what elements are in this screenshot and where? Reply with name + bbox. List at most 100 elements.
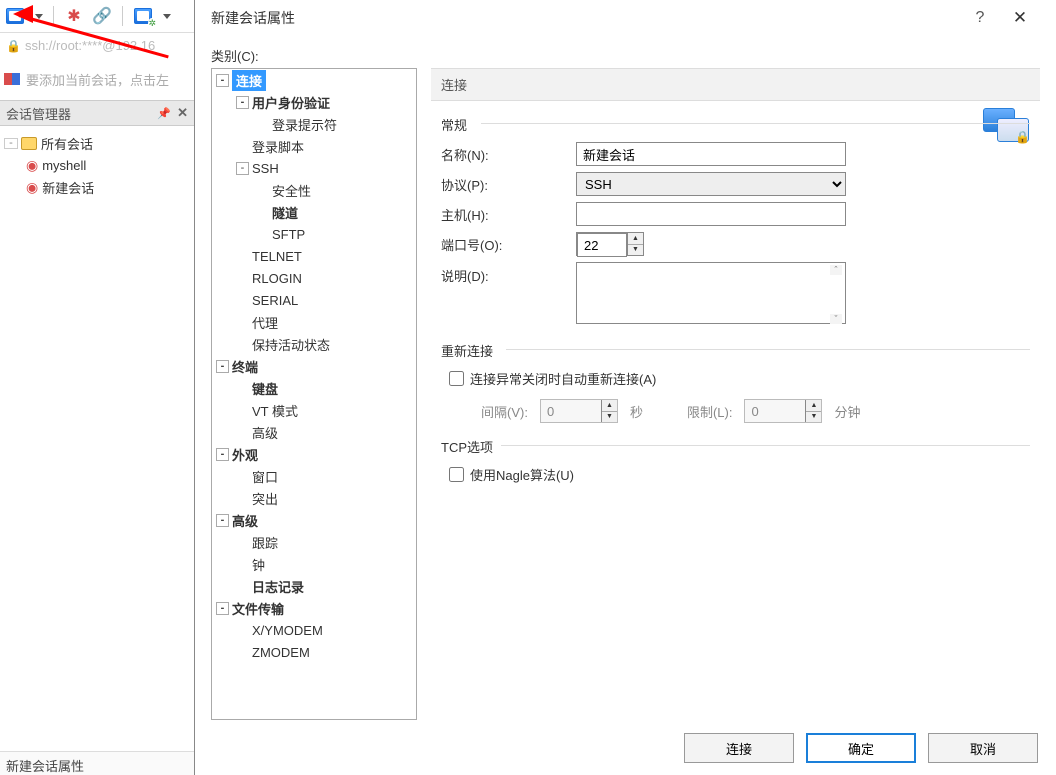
- name-label: 名称(N):: [441, 145, 576, 164]
- help-icon[interactable]: ?: [960, 9, 1000, 27]
- tree-window[interactable]: 窗口: [212, 465, 416, 487]
- collapse-icon[interactable]: -: [216, 448, 229, 461]
- spin-up-icon: ▲: [602, 400, 617, 412]
- tree-zmodem[interactable]: ZMODEM: [212, 641, 416, 663]
- collapse-icon[interactable]: -: [236, 162, 249, 175]
- spin-down-icon[interactable]: ▼: [628, 245, 643, 256]
- scroll-up-icon[interactable]: ˆ: [830, 265, 842, 275]
- spin-down-icon: ▼: [806, 412, 821, 423]
- tree-auth[interactable]: -用户身份验证: [212, 91, 416, 113]
- tree-ssh[interactable]: -SSH: [212, 157, 416, 179]
- dropdown-caret-icon[interactable]: [163, 14, 171, 19]
- collapse-icon[interactable]: -: [4, 138, 18, 149]
- category-tree[interactable]: -连接 -用户身份验证 登录提示符 登录脚本 -SSH 安全性 隧道 SFTP …: [211, 68, 417, 720]
- ok-button[interactable]: 确定: [806, 733, 916, 763]
- limit-label: 限制(L):: [687, 402, 733, 421]
- tree-telnet[interactable]: TELNET: [212, 245, 416, 267]
- nagle-checkbox[interactable]: [449, 467, 464, 482]
- settings-pane: 连接 🔒 常规 名称(N): 协议(P): SSH 主机(H):: [431, 68, 1040, 727]
- tree-row-new-session[interactable]: ◉ 新建会话: [4, 176, 190, 198]
- tree-row-myshell[interactable]: ◉ myshell: [4, 154, 190, 176]
- desc-label: 说明(D):: [441, 266, 576, 285]
- link-icon[interactable]: 🔗: [92, 6, 112, 26]
- annotation-arrow-head: [13, 5, 33, 23]
- protocol-select[interactable]: SSH: [576, 172, 846, 196]
- tree-login-script[interactable]: 登录脚本: [212, 135, 416, 157]
- dialog-title: 新建会话属性: [211, 8, 960, 28]
- collapse-icon[interactable]: -: [236, 96, 249, 109]
- desc-textarea[interactable]: [576, 262, 846, 324]
- collapse-icon[interactable]: -: [216, 514, 229, 527]
- tree-logging[interactable]: 日志记录: [212, 575, 416, 597]
- close-icon[interactable]: ✕: [1000, 8, 1040, 28]
- tree-xymodem[interactable]: X/YMODEM: [212, 619, 416, 641]
- protocol-label: 协议(P):: [441, 175, 576, 194]
- collapse-icon[interactable]: -: [216, 74, 229, 87]
- collapse-icon[interactable]: -: [216, 360, 229, 373]
- session-manager-title: 会话管理器: [6, 104, 71, 123]
- tree-sftp[interactable]: SFTP: [212, 223, 416, 245]
- dialog-footer: 连接 确定 取消: [195, 727, 1056, 775]
- session-icon: ◉: [26, 157, 38, 174]
- folder-icon: [21, 137, 37, 150]
- session-tree: - 所有会话 ◉ myshell ◉ 新建会话: [0, 126, 194, 204]
- add-session-tip: 要添加当前会话，点击左: [4, 64, 194, 94]
- section-header: 连接: [431, 68, 1040, 101]
- limit-spinner: ▲▼: [744, 399, 822, 423]
- pin-icon[interactable]: 📌: [157, 107, 171, 120]
- auto-reconnect-checkbox[interactable]: [449, 371, 464, 386]
- tree-tunnel[interactable]: 隧道: [212, 201, 416, 223]
- dialog-titlebar: 新建会话属性 ? ✕: [195, 0, 1056, 36]
- session-icon: ◉: [26, 179, 38, 196]
- nagle-label: 使用Nagle算法(U): [470, 465, 574, 484]
- interval-input: [541, 400, 601, 422]
- group-general-title: 常规: [441, 115, 1030, 134]
- tree-adv-term[interactable]: 高级: [212, 421, 416, 443]
- tree-advanced[interactable]: -高级: [212, 509, 416, 531]
- name-input[interactable]: [576, 142, 846, 166]
- group-reconnect-title: 重新连接: [441, 341, 1030, 360]
- auto-reconnect-label: 连接异常关闭时自动重新连接(A): [470, 369, 656, 388]
- tree-trace[interactable]: 跟踪: [212, 531, 416, 553]
- scroll-down-icon[interactable]: ˇ: [830, 314, 842, 324]
- minutes-label: 分钟: [834, 402, 860, 421]
- tree-serial[interactable]: SERIAL: [212, 289, 416, 311]
- tree-vtmode[interactable]: VT 模式: [212, 399, 416, 421]
- collapse-icon[interactable]: -: [216, 602, 229, 615]
- connect-button[interactable]: 连接: [684, 733, 794, 763]
- flag-icon: [4, 73, 20, 85]
- tree-keyboard[interactable]: 键盘: [212, 377, 416, 399]
- interval-spinner: ▲▼: [540, 399, 618, 423]
- terminal-settings-icon[interactable]: ✲: [133, 6, 153, 26]
- tree-rlogin[interactable]: RLOGIN: [212, 267, 416, 289]
- tree-connection[interactable]: -连接: [212, 69, 416, 91]
- spin-up-icon: ▲: [806, 400, 821, 412]
- tree-filetransfer[interactable]: -文件传输: [212, 597, 416, 619]
- status-bar: 新建会话属性: [0, 751, 194, 775]
- limit-input: [745, 400, 805, 422]
- tree-proxy[interactable]: 代理: [212, 311, 416, 333]
- spin-up-icon[interactable]: ▲: [628, 233, 643, 245]
- tree-row-all-sessions[interactable]: - 所有会话: [4, 132, 190, 154]
- tree-highlight[interactable]: 突出: [212, 487, 416, 509]
- host-label: 主机(H):: [441, 205, 576, 224]
- tree-security[interactable]: 安全性: [212, 179, 416, 201]
- cancel-button[interactable]: 取消: [928, 733, 1038, 763]
- tree-keepalive[interactable]: 保持活动状态: [212, 333, 416, 355]
- tree-appearance[interactable]: -外观: [212, 443, 416, 465]
- host-input[interactable]: [576, 202, 846, 226]
- lock-icon: 🔒: [6, 39, 21, 53]
- port-input[interactable]: [577, 233, 627, 257]
- tree-terminal[interactable]: -终端: [212, 355, 416, 377]
- tree-login-prompt[interactable]: 登录提示符: [212, 113, 416, 135]
- new-session-dialog: 新建会话属性 ? ✕ 类别(C): -连接 -用户身份验证 登录提示符 登录脚本…: [194, 0, 1056, 775]
- seconds-label: 秒: [630, 402, 643, 421]
- close-panel-icon[interactable]: ✕: [177, 105, 188, 121]
- port-label: 端口号(O):: [441, 235, 576, 254]
- group-tcp-title: TCP选项: [441, 437, 1030, 456]
- session-manager-header: 会话管理器 📌 ✕: [0, 100, 194, 126]
- tree-bell[interactable]: 钟: [212, 553, 416, 575]
- settings-icon[interactable]: ✱: [64, 6, 84, 26]
- category-label: 类别(C):: [211, 46, 1040, 65]
- port-spinner[interactable]: ▲▼: [576, 232, 644, 256]
